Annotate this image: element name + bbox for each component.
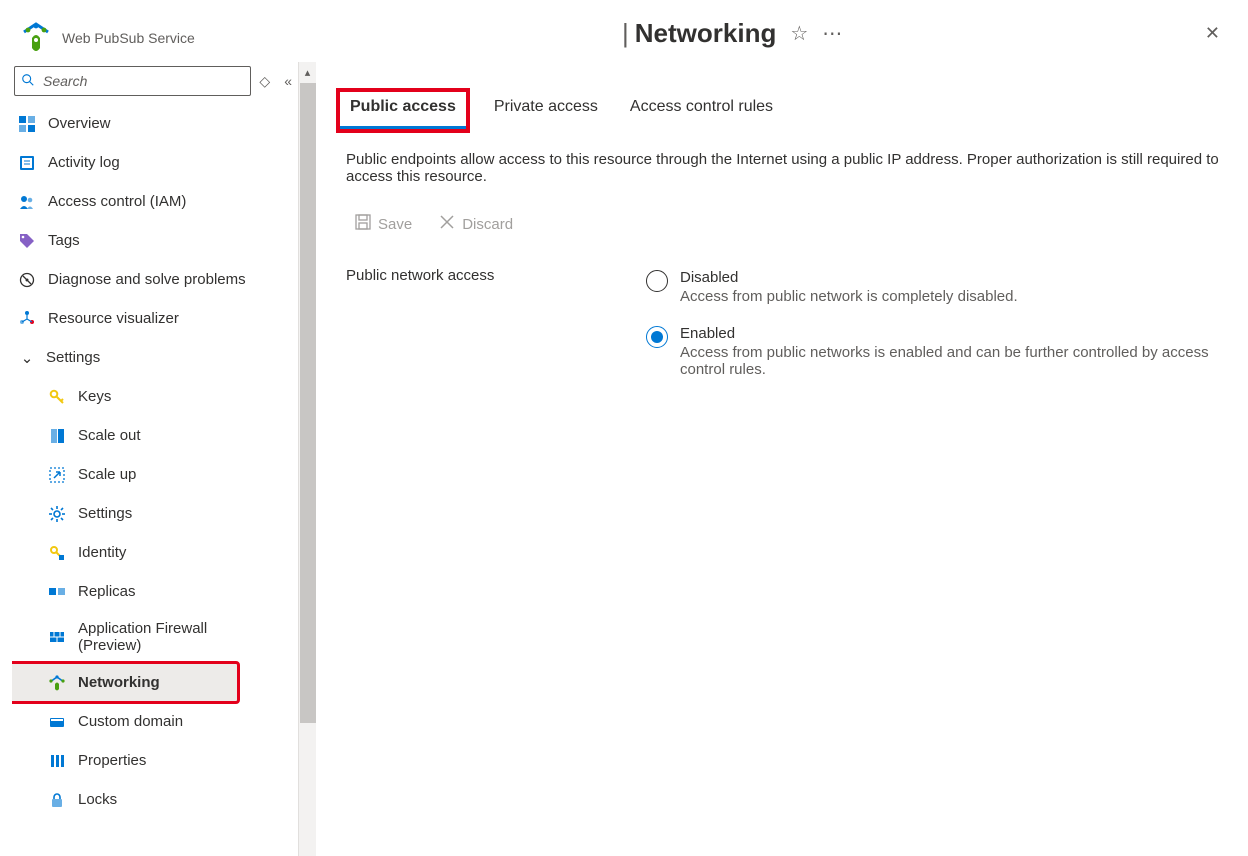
discard-button-label: Discard [462,216,513,233]
firewall-icon [48,628,66,646]
page-title: Networking [635,18,777,49]
sidebar-scrollbar[interactable]: ▴ [298,62,316,856]
scale-up-icon [48,466,66,484]
more-actions-icon[interactable]: ⋯ [822,21,842,46]
gear-icon [48,505,66,523]
search-icon [21,73,35,90]
sidebar-item-custom-domain[interactable]: Custom domain [12,702,298,741]
lock-icon [48,791,66,809]
save-icon [354,213,372,235]
expand-menu-icon[interactable]: ◇ [259,73,270,90]
favorite-star-icon[interactable]: ☆ [790,21,808,46]
scale-out-icon [48,427,66,445]
sidebar-item-label: Scale out [78,427,141,444]
sidebar-item-identity[interactable]: Identity [12,533,298,572]
visualizer-icon [18,310,36,328]
sidebar-search-input[interactable] [41,72,244,90]
collapse-sidebar-icon[interactable]: « [284,73,292,89]
sidebar-item-label: Diagnose and solve problems [48,271,246,288]
sidebar-item-label: Settings [78,505,132,522]
tab-public-access[interactable]: Public access [340,92,466,129]
public-network-access-label: Public network access [346,267,646,378]
sidebar-item-label: Access control (IAM) [48,193,186,210]
sidebar-item-scale-out[interactable]: Scale out [12,416,298,455]
sidebar-item-label: Activity log [48,154,120,171]
service-name: Web PubSub Service [62,26,195,46]
sidebar-item-label: Scale up [78,466,136,483]
webpubsub-service-icon [18,18,54,54]
identity-icon [48,544,66,562]
activity-log-icon [18,154,36,172]
option-disabled[interactable]: Disabled Access from public network is c… [646,269,1238,305]
sidebar-item-label: Locks [78,791,117,808]
sidebar-item-label: Custom domain [78,713,183,730]
sidebar-item-properties[interactable]: Properties [12,741,298,780]
sidebar-item-label: Keys [78,388,111,405]
sidebar-group-settings[interactable]: ⌄ Settings [12,338,298,377]
diagnose-icon [18,271,36,289]
sidebar-item-app-firewall[interactable]: Application Firewall (Preview) [12,611,298,663]
public-access-description: Public endpoints allow access to this re… [346,151,1226,185]
sidebar-item-iam[interactable]: Access control (IAM) [12,182,298,221]
overview-icon [18,115,36,133]
sidebar-item-networking[interactable]: Networking [12,663,238,702]
sidebar-item-keys[interactable]: Keys [12,377,298,416]
sidebar-nav: Overview Activity log Access control (IA… [12,104,298,856]
iam-icon [18,193,36,211]
sidebar-group-label: Settings [46,349,100,366]
chevron-down-icon: ⌄ [18,349,36,367]
sidebar-item-scale-up[interactable]: Scale up [12,455,298,494]
scrollbar-thumb[interactable] [300,83,316,723]
discard-button[interactable]: Discard [430,209,521,239]
option-disabled-sub: Access from public network is completely… [680,288,1018,305]
sidebar-item-activity-log[interactable]: Activity log [12,143,298,182]
sidebar-item-label: Replicas [78,583,136,600]
sidebar-item-diagnose[interactable]: Diagnose and solve problems [12,260,298,299]
radio-enabled[interactable] [646,326,668,348]
sidebar-item-label: Properties [78,752,146,769]
custom-domain-icon [48,713,66,731]
keys-icon [48,388,66,406]
title-separator: | [622,18,629,49]
sidebar-search[interactable] [14,66,251,96]
sidebar-item-overview[interactable]: Overview [12,104,298,143]
close-blade-button[interactable]: ✕ [1201,19,1224,48]
sidebar-item-label: Identity [78,544,126,561]
sidebar-item-tags[interactable]: Tags [12,221,298,260]
properties-icon [48,752,66,770]
option-enabled-sub: Access from public networks is enabled a… [680,344,1238,378]
save-button[interactable]: Save [346,209,420,239]
sidebar-item-label: Networking [78,674,160,691]
sidebar-item-label: Tags [48,232,80,249]
networking-tabs: Public access Private access Access cont… [346,74,1238,129]
option-disabled-title: Disabled [680,269,1018,286]
discard-icon [438,213,456,235]
option-enabled-title: Enabled [680,325,1238,342]
scroll-up-arrow-icon[interactable]: ▴ [305,62,311,83]
sidebar-item-visualizer[interactable]: Resource visualizer [12,299,298,338]
tab-private-access[interactable]: Private access [490,92,602,129]
sidebar-item-settings[interactable]: Settings [12,494,298,533]
sidebar-item-label: Resource visualizer [48,310,179,327]
replicas-icon [48,583,66,601]
tags-icon [18,232,36,250]
tab-access-control-rules[interactable]: Access control rules [626,92,777,129]
option-enabled[interactable]: Enabled Access from public networks is e… [646,325,1238,378]
radio-disabled[interactable] [646,270,668,292]
sidebar-item-label: Application Firewall (Preview) [78,620,228,654]
networking-icon [48,674,66,692]
sidebar-item-replicas[interactable]: Replicas [12,572,298,611]
sidebar-item-locks[interactable]: Locks [12,780,298,819]
save-button-label: Save [378,216,412,233]
sidebar-item-label: Overview [48,115,111,132]
